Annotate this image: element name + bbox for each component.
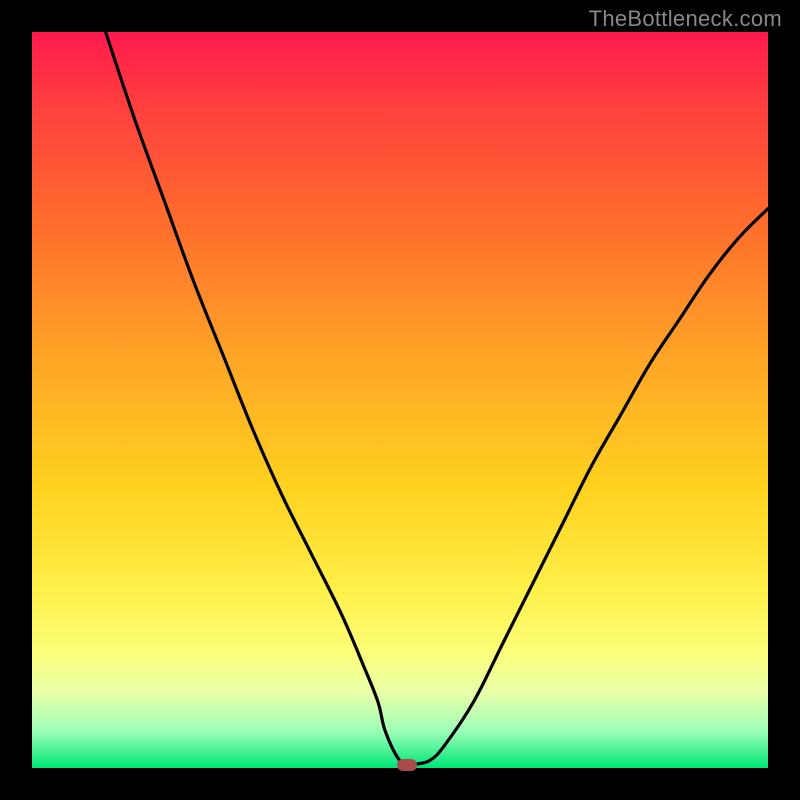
min-marker: [397, 759, 417, 771]
bottleneck-curve: [32, 32, 768, 768]
chart-frame: TheBottleneck.com: [0, 0, 800, 800]
plot-area: [32, 32, 768, 768]
curve-path: [106, 32, 768, 765]
watermark-text: TheBottleneck.com: [589, 6, 782, 32]
